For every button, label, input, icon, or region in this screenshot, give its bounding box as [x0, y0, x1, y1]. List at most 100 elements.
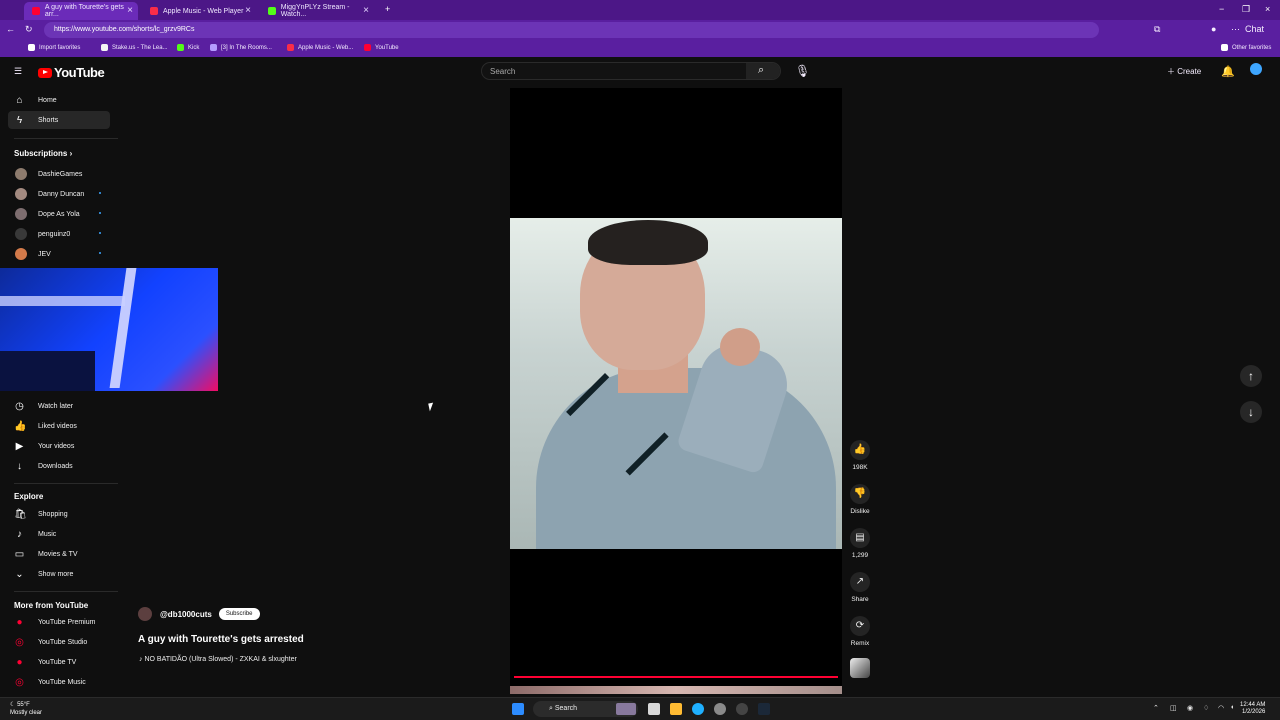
youtube-favicon-icon: [32, 7, 40, 15]
sound-thumbnail[interactable]: [850, 658, 870, 678]
bookmark-stake[interactable]: Stake.us - The Lea...: [101, 44, 168, 51]
subscription-dashiegames[interactable]: DashieGames: [8, 165, 110, 183]
bookmark-youtube[interactable]: YouTube: [364, 44, 399, 51]
tray-app-icon[interactable]: ♢: [1203, 704, 1209, 712]
subscription-dope-as-yola[interactable]: Dope As Yola: [8, 205, 110, 223]
voice-search-icon[interactable]: 🎙: [795, 64, 810, 78]
sidebar-item-watch-later[interactable]: ◷ Watch later: [8, 397, 110, 415]
home-icon: ⌂: [16, 95, 23, 106]
youtube-logo[interactable]: YouTube: [38, 65, 105, 80]
search-box[interactable]: Search ⌕: [481, 62, 781, 80]
youtube-premium-icon: ●: [16, 617, 23, 628]
subscribe-button[interactable]: Subscribe: [218, 608, 260, 620]
search-input[interactable]: Search: [490, 67, 515, 76]
new-tab-icon[interactable]: +: [385, 4, 390, 14]
sidebar: ⌂ Home ϟ Shorts Subscriptions › DashieGame…: [0, 87, 125, 697]
app-icon[interactable]: [736, 703, 748, 715]
extensions-icon[interactable]: ⧉: [1154, 24, 1160, 35]
sidebar-item-youtube-studio[interactable]: ◎ YouTube Studio: [8, 633, 110, 651]
live-indicator-icon: [99, 212, 101, 214]
arrow-up-icon: ↑: [1248, 369, 1254, 383]
next-short-preview[interactable]: [510, 686, 842, 694]
like-button[interactable]: 👍 198K: [848, 440, 872, 471]
wifi-icon[interactable]: ◠: [1218, 704, 1224, 712]
steam-icon[interactable]: [758, 703, 770, 715]
task-view-icon[interactable]: [616, 703, 636, 715]
tab-kick-stream[interactable]: MiggYnPLYz Stream - Watch... ×: [260, 2, 374, 20]
tray-app-icon[interactable]: ◫: [1170, 704, 1177, 712]
channel-name[interactable]: @db1000cuts: [160, 610, 212, 619]
movies-icon: ▭: [14, 549, 25, 560]
next-short-button[interactable]: ↓: [1240, 401, 1262, 423]
url-field[interactable]: https://www.youtube.com/shorts/lc_grzv9R…: [44, 22, 1099, 38]
menu-icon[interactable]: ⋯: [1231, 24, 1240, 35]
sidebar-item-show-more[interactable]: ⌄ Show more: [8, 565, 110, 583]
windows-start-icon[interactable]: [512, 703, 524, 715]
channel-avatar[interactable]: [138, 607, 152, 621]
minimize-icon[interactable]: −: [1219, 4, 1224, 14]
remix-button[interactable]: ⟳ Remix: [848, 616, 872, 647]
create-button[interactable]: ＋ Create: [1167, 66, 1201, 77]
restore-icon[interactable]: ❐: [1242, 4, 1250, 15]
short-title[interactable]: A guy with Tourette's gets arrested: [138, 634, 304, 645]
subscription-jev[interactable]: JEV: [8, 245, 110, 263]
subscription-danny-duncan[interactable]: Danny Duncan: [8, 185, 110, 203]
volume-icon[interactable]: ◖: [1230, 704, 1234, 711]
youtube-music-icon: ◎: [15, 677, 24, 688]
sidebar-item-movies-tv[interactable]: ▭ Movies & TV: [8, 545, 110, 563]
subscriptions-title[interactable]: Subscriptions ›: [14, 149, 72, 158]
close-tab-icon[interactable]: ×: [245, 5, 251, 16]
dislike-button[interactable]: 👎 Dislike: [848, 484, 872, 515]
bookmark-kick[interactable]: Kick: [177, 44, 199, 51]
sidebar-item-liked-videos[interactable]: 👍 Liked videos: [8, 417, 110, 435]
weather-widget[interactable]: ☾ 55°F Mostly clear: [10, 701, 42, 717]
hamburger-menu-icon[interactable]: ☰: [14, 66, 22, 77]
shorts-video-frame[interactable]: [510, 218, 842, 549]
close-window-icon[interactable]: ×: [1265, 4, 1270, 14]
divider: [14, 591, 118, 592]
video-progress-bar[interactable]: [514, 676, 838, 678]
tray-chevron-icon[interactable]: ⌃: [1153, 704, 1159, 712]
dislike-label: Dislike: [850, 508, 870, 515]
sidebar-item-your-videos[interactable]: ▶ Your videos: [8, 437, 110, 455]
comments-button[interactable]: ▤ 1,299: [848, 528, 872, 559]
profile-icon[interactable]: ●: [1211, 24, 1216, 34]
search-button[interactable]: ⌕: [746, 63, 780, 79]
music-row[interactable]: ♪ NO BATIDÃO (Ultra Slowed) - ZXKAI & sl…: [139, 656, 297, 663]
tab-apple-music[interactable]: Apple Music - Web Player ×: [142, 2, 256, 20]
bookmark-rooms[interactable]: [3] In The Rooms...: [210, 44, 272, 51]
sidebar-item-shopping[interactable]: 🛍 Shopping: [8, 505, 110, 523]
subscription-penguinz0[interactable]: penguinz0: [8, 225, 110, 243]
edge-icon[interactable]: [692, 703, 704, 715]
folder-icon[interactable]: [670, 703, 682, 715]
chat-button[interactable]: Chat: [1245, 24, 1264, 34]
channel-row: @db1000cuts Subscribe: [138, 607, 260, 621]
close-tab-icon[interactable]: ×: [363, 5, 369, 16]
refresh-icon[interactable]: ↻: [25, 24, 33, 35]
tray-app-icon[interactable]: ◉: [1187, 704, 1193, 712]
bookmark-other-favorites[interactable]: Other favorites: [1221, 44, 1271, 51]
share-button[interactable]: ↗ Share: [848, 572, 872, 603]
settings-icon[interactable]: [714, 703, 726, 715]
search-icon: ⌕: [758, 64, 765, 76]
back-icon[interactable]: ←: [6, 24, 15, 34]
account-avatar[interactable]: [1250, 63, 1262, 75]
notifications-icon[interactable]: 🔔: [1221, 65, 1235, 78]
sidebar-item-home[interactable]: ⌂ Home: [8, 91, 110, 109]
sidebar-item-shorts[interactable]: ϟ Shorts: [8, 111, 110, 129]
file-manager-icon[interactable]: [648, 703, 660, 715]
sidebar-item-youtube-music[interactable]: ◎ YouTube Music: [8, 673, 110, 691]
close-tab-icon[interactable]: ×: [127, 5, 133, 16]
sidebar-item-downloads[interactable]: ↓ Downloads: [8, 457, 110, 475]
sidebar-item-youtube-tv[interactable]: ● YouTube TV: [8, 653, 110, 671]
weather-desc: Mostly clear: [10, 710, 43, 716]
bookmark-import-favorites[interactable]: Import favorites: [28, 44, 80, 51]
previous-short-button[interactable]: ↑: [1240, 365, 1262, 387]
sidebar-item-music[interactable]: ♪ Music: [8, 525, 110, 543]
sidebar-item-youtube-premium[interactable]: ● YouTube Premium: [8, 613, 110, 631]
taskbar-clock[interactable]: 12:44 AM 1/2/2026: [1240, 702, 1265, 716]
bookmark-apple-music[interactable]: Apple Music - Web...: [287, 44, 353, 51]
music-icon: ♪: [17, 529, 22, 540]
tab-youtube-short[interactable]: A guy with Tourette's gets arr... ×: [24, 2, 138, 20]
tab-title: Apple Music - Web Player: [163, 7, 244, 15]
